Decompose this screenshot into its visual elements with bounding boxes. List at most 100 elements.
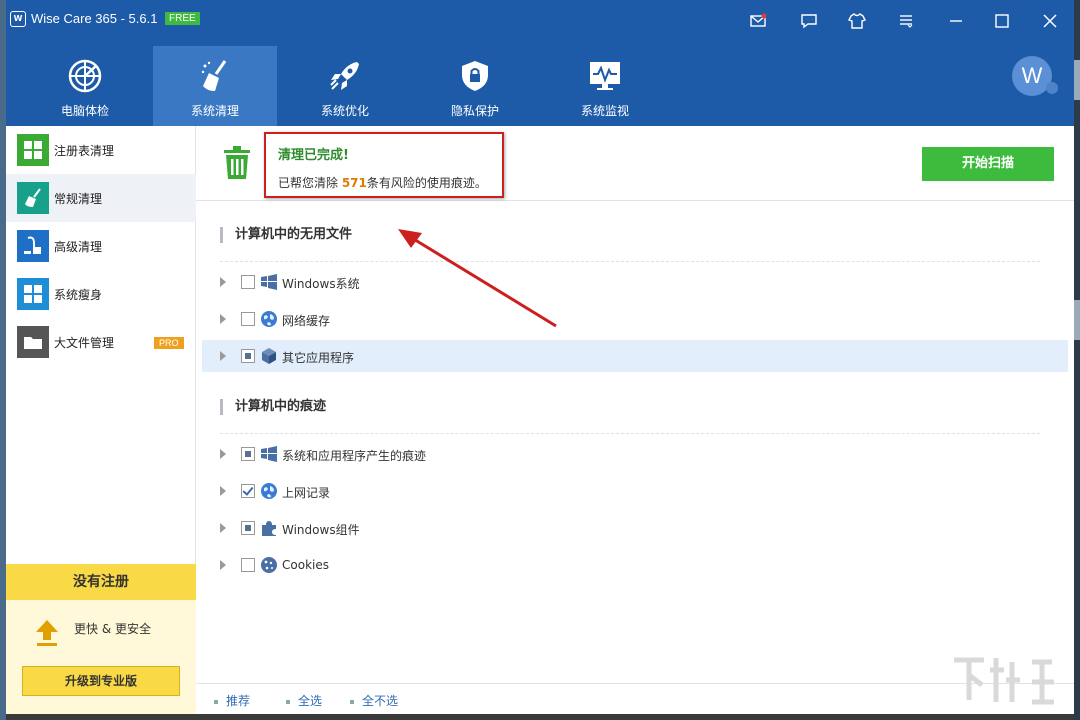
expand-caret-icon[interactable] [220, 560, 226, 570]
pro-badge: PRO [154, 337, 184, 349]
select-none-link[interactable]: 全不选 [350, 692, 398, 709]
promo-heading: 没有注册 [6, 564, 196, 600]
nav-label: 电脑体检 [60, 104, 109, 118]
section-title-junk-files: 计算机中的无用文件 [220, 227, 352, 243]
sidebar: 注册表清理 常规清理 高级清理 系统瘦身 大文件管理 PRO 没有注册 更快 &… [6, 126, 196, 714]
sidebar-item-label: 常规清理 [54, 192, 103, 206]
cube-icon [262, 348, 276, 364]
sidebar-item-slim[interactable]: 系统瘦身 [6, 270, 196, 318]
list-item[interactable]: Cookies [202, 549, 1068, 581]
recommend-link[interactable]: 推荐 [214, 692, 250, 709]
list-item[interactable]: 其它应用程序 [202, 340, 1068, 372]
app-window: W Wise Care 365 - 5.6.1 FREE 电脑体检 系统清理 系… [6, 0, 1074, 714]
row-label: 网络缓存 [282, 314, 331, 328]
sidebar-item-label: 系统瘦身 [54, 288, 103, 302]
expand-caret-icon[interactable] [220, 449, 226, 459]
annotation-box [264, 132, 504, 198]
broom-icon [17, 182, 49, 214]
app-logo-icon: W [10, 11, 26, 27]
nav-item-monitor[interactable]: 系统监视 [543, 46, 667, 126]
sidebar-item-label: 注册表清理 [54, 144, 115, 158]
promo-panel: 没有注册 更快 & 更安全 升级到专业版 [6, 564, 196, 714]
nav-item-clean[interactable]: 系统清理 [153, 46, 277, 126]
mail-icon[interactable] [746, 9, 770, 33]
main-nav: 电脑体检 系统清理 系统优化 隐私保护 系统监视 W [6, 42, 1074, 126]
nav-label: 系统优化 [320, 104, 369, 118]
shield-lock-icon [462, 61, 488, 91]
checkbox[interactable] [241, 312, 255, 326]
maximize-icon[interactable] [990, 9, 1014, 33]
checkbox[interactable] [241, 521, 255, 535]
sidebar-item-label: 高级清理 [54, 240, 103, 254]
app-title: Wise Care 365 - 5.6.1 [31, 11, 158, 26]
menu-icon[interactable] [894, 9, 918, 33]
select-all-link[interactable]: 全选 [286, 692, 322, 709]
expand-caret-icon[interactable] [220, 486, 226, 496]
nav-item-privacy[interactable]: 隐私保护 [413, 46, 537, 126]
list-item[interactable]: 网络缓存 [202, 303, 1068, 335]
upgrade-button[interactable]: 升级到专业版 [22, 666, 180, 696]
section-title-traces: 计算机中的痕迹 [220, 399, 326, 415]
row-label: 其它应用程序 [282, 351, 355, 365]
windows-flag-icon [261, 274, 277, 290]
expand-caret-icon[interactable] [220, 277, 226, 287]
checkbox[interactable] [241, 275, 255, 289]
sidebar-item-regular-clean[interactable]: 常规清理 [6, 174, 196, 222]
watermark-logo [954, 657, 1054, 705]
avatar-status-dot [1046, 82, 1058, 94]
checkbox[interactable] [241, 484, 255, 498]
vacuum-icon [17, 230, 49, 262]
nav-label: 系统监视 [580, 104, 629, 118]
skin-icon[interactable] [845, 9, 869, 33]
nav-item-checkup[interactable]: 电脑体检 [23, 46, 147, 126]
folder-icon [17, 326, 49, 358]
cookie-icon [261, 557, 277, 573]
feedback-icon[interactable] [797, 9, 821, 33]
windows-flag-icon [261, 446, 277, 462]
globe-icon [261, 311, 277, 327]
list-item[interactable]: 系统和应用程序产生的痕迹 [202, 438, 1068, 470]
checkbox[interactable] [241, 558, 255, 572]
list-item[interactable]: 上网记录 [202, 475, 1068, 507]
section-divider [220, 261, 1040, 262]
globe-icon [261, 483, 277, 499]
windows-icon [17, 278, 49, 310]
minimize-icon[interactable] [944, 9, 968, 33]
rocket-icon [330, 62, 359, 90]
section-divider [220, 433, 1040, 434]
expand-caret-icon[interactable] [220, 314, 226, 324]
expand-caret-icon[interactable] [220, 523, 226, 533]
broom-icon [201, 60, 227, 91]
list-item[interactable]: Windows组件 [202, 512, 1068, 544]
close-icon[interactable] [1038, 9, 1062, 33]
expand-caret-icon[interactable] [220, 351, 226, 361]
start-scan-button[interactable]: 开始扫描 [922, 147, 1054, 181]
monitor-pulse-icon [590, 62, 620, 90]
sidebar-item-advanced-clean[interactable]: 高级清理 [6, 222, 196, 270]
desktop-edge-right [1074, 0, 1080, 720]
nav-label: 隐私保护 [450, 104, 499, 118]
promo-text: 更快 & 更安全 [74, 622, 151, 636]
sidebar-item-registry[interactable]: 注册表清理 [6, 126, 196, 174]
main-content: 清理已完成! 已帮您清除 571条有风险的使用痕迹。 开始扫描 计算机中的无用文… [196, 126, 1074, 714]
title-bar[interactable]: W Wise Care 365 - 5.6.1 FREE [6, 0, 1074, 42]
row-label: 系统和应用程序产生的痕迹 [282, 449, 427, 463]
puzzle-icon [262, 521, 276, 536]
free-badge: FREE [165, 12, 200, 25]
sidebar-item-large-files[interactable]: 大文件管理 PRO [6, 318, 196, 366]
radar-icon [68, 59, 102, 93]
footer-bar: 推荐 全选 全不选 [196, 683, 1074, 714]
nav-item-optimize[interactable]: 系统优化 [283, 46, 407, 126]
checkbox[interactable] [241, 349, 255, 363]
sidebar-item-label: 大文件管理 [54, 336, 115, 350]
grid-icon [17, 134, 49, 166]
row-label: Windows组件 [282, 523, 360, 537]
row-label: 上网记录 [282, 486, 331, 500]
checkbox[interactable] [241, 447, 255, 461]
row-label: Windows系统 [282, 277, 360, 291]
list-item[interactable]: Windows系统 [202, 266, 1068, 298]
row-label: Cookies [282, 558, 329, 572]
trash-icon [224, 146, 250, 179]
nav-label: 系统清理 [190, 104, 239, 118]
upload-arrow-icon [36, 620, 58, 646]
